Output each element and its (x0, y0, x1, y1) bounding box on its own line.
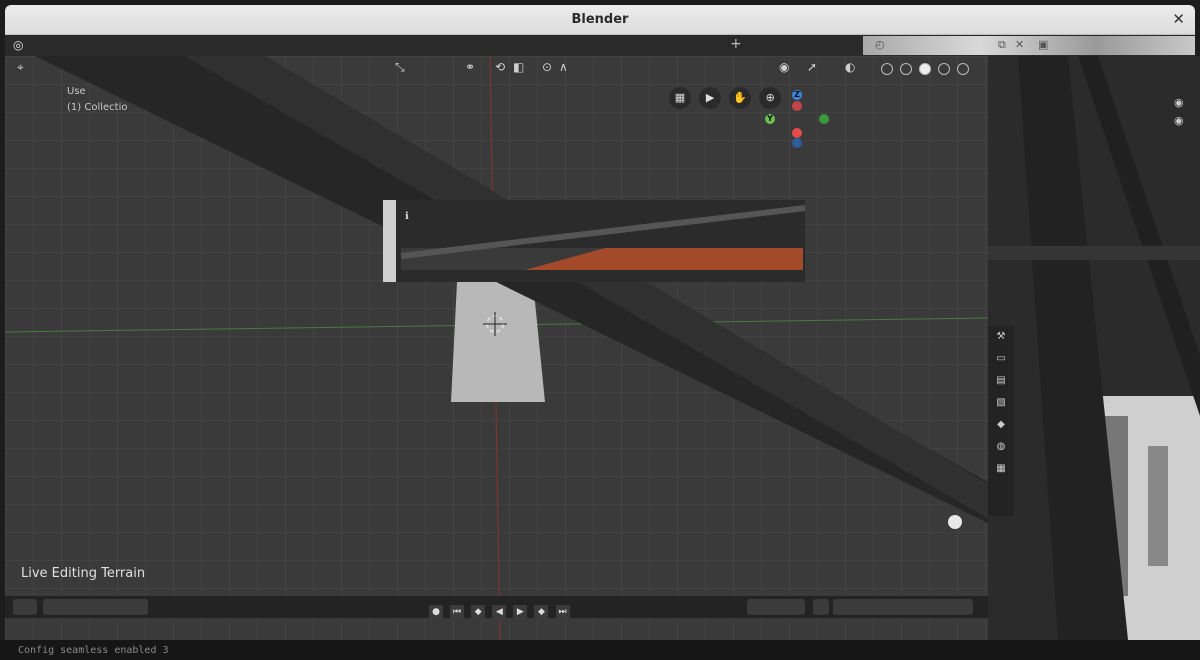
close-icon[interactable]: ✕ (1015, 38, 1024, 51)
terminal-text: Config seamless enabled 3 (18, 645, 169, 656)
editor-type-icon[interactable]: ⌖ (17, 60, 24, 75)
prev-keyframe-icon[interactable]: ◆ (471, 605, 486, 620)
x-axis-gizmo[interactable] (792, 128, 802, 138)
y-axis-gizmo[interactable]: Y (765, 114, 775, 124)
timer-icon[interactable] (813, 599, 829, 615)
playback-controls: ● ⏮ ◆ ◀ ▶ ◆ ⏭ (429, 599, 572, 620)
eye-icon[interactable]: ◉ (1174, 114, 1184, 127)
grid-view-icon[interactable]: ▦ (669, 87, 691, 109)
viewport-canvas: ℹ (5, 56, 988, 640)
viewport-mode-text: Use (67, 86, 86, 97)
jump-start-icon[interactable]: ⏮ (450, 605, 465, 620)
solid-shading-icon[interactable] (919, 63, 932, 75)
xray-icon[interactable] (881, 63, 893, 75)
play-icon[interactable]: ▶ (513, 605, 528, 620)
transform-icon[interactable]: ⤡ (395, 60, 405, 75)
next-keyframe-icon[interactable]: ◆ (534, 605, 549, 620)
jump-end-icon[interactable]: ⏭ (555, 605, 570, 620)
current-frame-field[interactable] (747, 599, 805, 615)
info-icon: ℹ (405, 211, 409, 222)
top-bar: ◎ + ◴ ⧉ ✕ ▣ (5, 35, 1195, 56)
shading-modes (881, 60, 971, 79)
neg-y-gizmo[interactable] (819, 114, 829, 124)
scene-selector[interactable]: ◴ ⧉ ✕ ▣ (863, 36, 1195, 55)
visibility-icon[interactable]: ◉ (779, 60, 789, 74)
blender-logo-icon[interactable]: ◎ (13, 38, 23, 52)
terrain-mesh (451, 282, 545, 402)
properties-tabs: ⚒ ▭ ▤ ▧ ◆ ◍ ▦ (988, 326, 1014, 516)
scene-icon: ◴ (875, 38, 885, 51)
status-label: Live Editing Terrain (21, 566, 146, 581)
panel-canvas (988, 56, 1200, 640)
wireframe-shading-icon[interactable] (900, 63, 913, 75)
gizmo-toggle-icon[interactable]: ➚ (807, 60, 817, 74)
rendered-shading-icon[interactable] (957, 63, 970, 75)
material-shading-icon[interactable] (938, 63, 951, 75)
terminal-strip: Config seamless enabled 3 (0, 640, 1200, 660)
z-axis-gizmo[interactable]: Z (792, 90, 802, 100)
add-workspace-button[interactable]: + (730, 36, 742, 52)
timeline-menu-button[interactable] (13, 599, 37, 615)
close-icon[interactable]: ✕ (1172, 10, 1185, 28)
properties-panel: ⚒ ▭ ▤ ▧ ◆ ◍ ▦ ◉ ◉ (988, 56, 1200, 640)
viewport-header: ⌖ ⤡ ⚭ ⟲ ◧ ⊙ ∧ ◉ ➚ ◐ (5, 56, 988, 82)
render-tab-icon[interactable]: ▭ (988, 348, 1014, 370)
record-icon[interactable]: ● (429, 605, 443, 620)
texture-tab-icon[interactable]: ▦ (988, 458, 1014, 480)
play-reverse-icon[interactable]: ◀ (492, 605, 507, 620)
camera-icon[interactable]: ▶ (699, 87, 722, 109)
falloff-icon[interactable]: ∧ (559, 60, 568, 74)
neg-x-gizmo[interactable] (792, 101, 802, 111)
copy-icon[interactable]: ⧉ (998, 38, 1006, 52)
window-titlebar: Blender ✕ (5, 5, 1195, 35)
overlay-icon[interactable]: ◐ (845, 60, 855, 74)
navigation-gizmo[interactable]: Z Y (757, 90, 837, 150)
neg-z-gizmo[interactable] (792, 138, 802, 148)
popup-panel (383, 200, 806, 282)
scene-tab-icon[interactable]: ◆ (988, 414, 1014, 436)
pan-hand-icon[interactable]: ✋ (729, 87, 752, 109)
output-tab-icon[interactable]: ▤ (988, 370, 1014, 392)
image-icon[interactable]: ▣ (1038, 38, 1048, 51)
link-icon[interactable]: ⚭ (465, 60, 475, 74)
world-tab-icon[interactable]: ◍ (988, 436, 1014, 458)
view-layer-tab-icon[interactable]: ▧ (988, 392, 1014, 414)
snap-target-icon[interactable]: ◧ (513, 60, 524, 74)
tool-tab-icon[interactable]: ⚒ (988, 326, 1014, 348)
timeline-bar: ● ⏮ ◆ ◀ ▶ ◆ ⏭ (5, 596, 988, 620)
collection-text: (1) Collectio (67, 102, 128, 113)
proportional-icon[interactable]: ⊙ (542, 60, 552, 74)
3d-viewport[interactable]: ℹ ⌖ ⤡ ⚭ ⟲ ◧ ⊙ ∧ ◉ ➚ ◐ Use (1) Collectio … (5, 56, 988, 640)
window-title: Blender (571, 12, 629, 27)
sidebar-toggle-icon (948, 515, 962, 529)
playback-dropdown[interactable] (43, 599, 148, 615)
frame-range-field[interactable] (833, 599, 973, 615)
snap-icon[interactable]: ⟲ (495, 60, 505, 74)
eye-icon[interactable]: ◉ (1174, 96, 1184, 109)
